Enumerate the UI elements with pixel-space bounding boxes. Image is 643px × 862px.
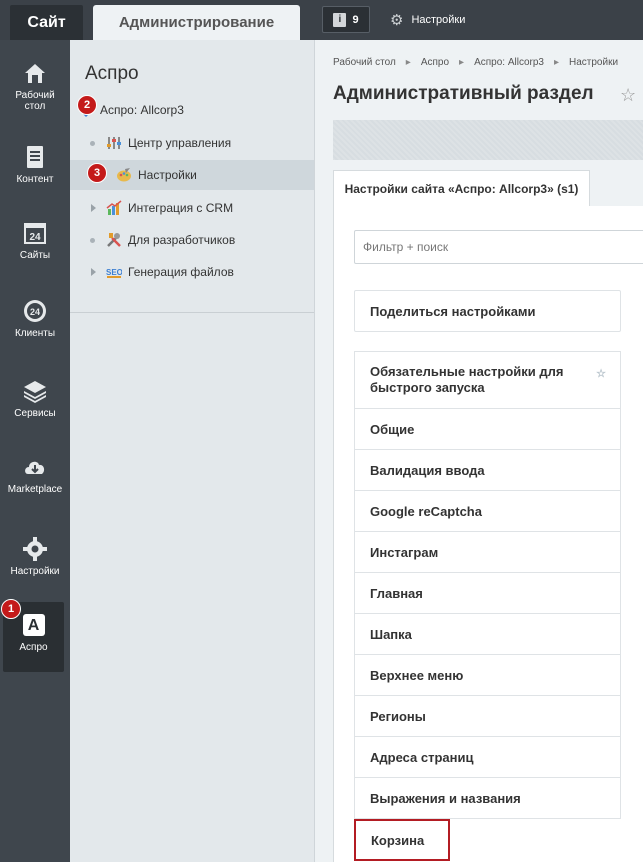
tree-item-developers[interactable]: Для разработчиков: [70, 225, 314, 255]
rail-item-content[interactable]: Контент: [0, 144, 70, 185]
breadcrumb: Рабочий стол ▸ Аспро ▸ Аспро: Allcorp3 ▸…: [333, 57, 618, 68]
menu-item-regions[interactable]: Регионы: [354, 696, 621, 737]
menu-item-main[interactable]: Главная: [354, 573, 621, 614]
breadcrumb-item[interactable]: Настройки: [569, 57, 618, 68]
cloud-download-icon: [25, 461, 45, 474]
rail-label-sites: Сайты: [19, 250, 51, 261]
rail-label-services: Сервисы: [14, 408, 56, 419]
menu-item-quick-start[interactable]: Обязательные настройки для быстрого запу…: [354, 351, 621, 409]
breadcrumb-separator-icon: ▸: [459, 57, 465, 68]
expand-arrow-icon[interactable]: [91, 268, 96, 276]
breadcrumb-separator-icon: ▸: [405, 57, 411, 68]
step-badge-3: 3: [87, 163, 107, 183]
tab-site[interactable]: Сайт: [10, 5, 83, 40]
tree-item-label: Центр управления: [128, 136, 232, 150]
crm-chart-icon: [106, 200, 122, 216]
tree-item-crm[interactable]: Интеграция с CRM: [70, 193, 314, 223]
favorite-star-icon[interactable]: ☆: [620, 85, 636, 106]
menu-item-instagram[interactable]: Инстаграм: [354, 532, 621, 573]
settings-panel: Фильтр + поиск Поделиться настройками Об…: [333, 206, 643, 862]
menu-item-recaptcha[interactable]: Google reCaptcha: [354, 491, 621, 532]
rail-item-sites[interactable]: 24 Сайты: [0, 220, 70, 261]
menu-item-general[interactable]: Общие: [354, 409, 621, 450]
menu-item-page-urls[interactable]: Адреса страниц: [354, 737, 621, 778]
tree-root[interactable]: Аспро: Allcorp3: [70, 95, 314, 125]
notifications-button[interactable]: i 9: [322, 6, 370, 33]
gear-icon: [23, 537, 47, 561]
rail-label-clients: Клиенты: [14, 328, 56, 339]
info-icon: i: [333, 12, 347, 27]
menu-item-top-menu[interactable]: Верхнее меню: [354, 655, 621, 696]
breadcrumb-item[interactable]: Рабочий стол: [333, 57, 396, 68]
menu-item-label: Обязательные настройки для быстрого запу…: [370, 364, 564, 395]
gear-icon: ⚙: [390, 11, 404, 29]
menu-item-cart[interactable]: Корзина: [354, 819, 450, 861]
bullet-icon: [90, 140, 95, 146]
rail-item-marketplace[interactable]: Marketplace: [0, 454, 70, 495]
rail-item-clients[interactable]: 24 Клиенты: [0, 298, 70, 339]
tree-item-label: Генерация файлов: [128, 265, 234, 279]
top-settings-label: Настройки: [411, 13, 466, 26]
step-badge-1: 1: [1, 599, 21, 619]
seo-icon: SEO: [106, 264, 122, 280]
menu-item-expressions[interactable]: Выражения и названия: [354, 778, 621, 819]
menu-item-input-validation[interactable]: Валидация ввода: [354, 450, 621, 491]
svg-text:24: 24: [30, 307, 40, 317]
tab-bar: Настройки сайта «Аспро: Allcorp3» (s1): [333, 170, 643, 207]
tree-panel: Аспро Аспро: Allcorp3 Центр управления Н…: [70, 40, 315, 862]
rail-item-desktop[interactable]: Рабочий стол: [0, 60, 70, 112]
tree-item-generation[interactable]: SEO Генерация файлов: [70, 257, 314, 287]
tree-item-label: Настройки: [138, 168, 197, 182]
expand-arrow-icon[interactable]: [91, 204, 96, 212]
breadcrumb-separator-icon: ▸: [553, 57, 559, 68]
breadcrumb-item[interactable]: Аспро: Allcorp3: [474, 57, 544, 68]
tree-item-label: Интеграция с CRM: [128, 201, 234, 215]
settings-palette-icon: [116, 167, 132, 183]
clients-icon: 24: [24, 300, 46, 322]
share-settings-button[interactable]: Поделиться настройками: [354, 290, 621, 332]
rail-label-desktop: Рабочий стол: [15, 90, 55, 112]
layers-icon: [24, 381, 46, 403]
rail-label-content: Контент: [16, 174, 54, 185]
home-icon: [25, 64, 45, 83]
rail-label-aspro: Аспро: [19, 642, 48, 653]
menu-item-header[interactable]: Шапка: [354, 614, 621, 655]
tree-item-control-center[interactable]: Центр управления: [70, 128, 314, 158]
tree-separator: [70, 312, 314, 313]
tree-title: Аспро: [85, 63, 139, 84]
rail-label-settings: Настройки: [10, 566, 60, 577]
favorite-star-icon[interactable]: ☆: [596, 366, 606, 382]
tree-root-label: Аспро: Allcorp3: [100, 103, 184, 117]
step-badge-2: 2: [77, 95, 97, 115]
page-title: Административный раздел: [333, 83, 594, 104]
rail-item-settings[interactable]: Настройки: [0, 536, 70, 577]
top-bar: Сайт Администрирование i 9 ⚙ Настройки: [0, 0, 643, 40]
tools-icon: [106, 232, 122, 248]
control-center-icon: [106, 135, 122, 151]
settings-menu: Обязательные настройки для быстрого запу…: [354, 351, 621, 861]
tab-site-settings[interactable]: Настройки сайта «Аспро: Allcorp3» (s1): [333, 170, 590, 207]
rail-item-services[interactable]: Сервисы: [0, 378, 70, 419]
bullet-icon: [90, 237, 95, 243]
tree-item-label: Для разработчиков: [128, 233, 236, 247]
left-rail: Рабочий стол Контент 24 Сайты 24 Клиенты…: [0, 40, 70, 862]
aspro-icon: A: [22, 614, 45, 636]
svg-text:SEO: SEO: [106, 268, 122, 277]
calendar-icon: 24: [24, 223, 46, 244]
svg-text:24: 24: [29, 232, 41, 243]
notifications-count: 9: [352, 13, 359, 26]
top-settings-button[interactable]: ⚙ Настройки: [390, 8, 465, 31]
toolbar: [333, 120, 643, 160]
rail-label-marketplace: Marketplace: [7, 484, 63, 495]
tab-admin[interactable]: Администрирование: [93, 5, 300, 40]
breadcrumb-item[interactable]: Аспро: [421, 57, 449, 68]
filter-search-input[interactable]: Фильтр + поиск: [354, 230, 643, 264]
document-icon: [27, 146, 43, 168]
main-area: Рабочий стол ▸ Аспро ▸ Аспро: Allcorp3 ▸…: [316, 40, 643, 862]
